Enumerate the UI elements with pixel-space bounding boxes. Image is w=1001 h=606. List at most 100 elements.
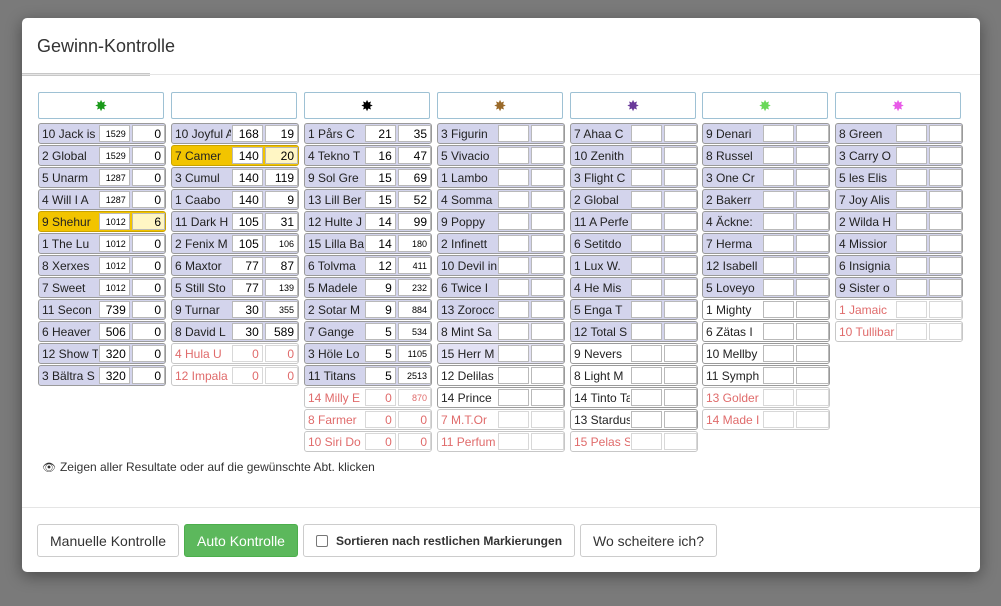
horse-row[interactable]: 11 Secon 739 0 xyxy=(38,299,166,320)
horse-row[interactable]: 12 Total S xyxy=(570,321,698,342)
horse-row[interactable]: 4 Hula U 00 xyxy=(171,343,299,364)
race-column-header[interactable]: ✸ xyxy=(304,92,430,119)
horse-row[interactable]: 1 Caabo 140 9 xyxy=(171,189,299,210)
horse-row[interactable]: 11 A Perfe xyxy=(570,211,698,232)
horse-row[interactable]: 11 Dark H 105 31 xyxy=(171,211,299,232)
horse-row[interactable]: 10 Mellby xyxy=(702,343,830,364)
horse-row[interactable]: 13 Stardus xyxy=(570,409,698,430)
horse-row[interactable]: 5 Enga T xyxy=(570,299,698,320)
horse-row[interactable]: 12 Impala 0 0 xyxy=(171,365,299,386)
horse-row[interactable]: 12 Show T 320 0 xyxy=(38,343,166,364)
horse-row[interactable]: 7 M.T.Or xyxy=(437,409,565,430)
horse-row[interactable]: 6 Setitdo xyxy=(570,233,698,254)
horse-row[interactable]: 4 Somma xyxy=(437,189,565,210)
horse-row[interactable]: 10 Joyful A 168 19 xyxy=(171,123,299,144)
horse-row[interactable]: 12 Hulte J 14 99 xyxy=(304,211,432,232)
horse-row[interactable]: 15 Herr M xyxy=(437,343,565,364)
horse-row[interactable]: 9 Shehur 1012 6 xyxy=(38,211,166,232)
horse-row[interactable]: 5 Vivacio xyxy=(437,145,565,166)
horse-row[interactable]: 6 Twice I xyxy=(437,277,565,298)
horse-row[interactable]: 11 Titans 5 2513 xyxy=(304,365,432,386)
horse-row[interactable]: 1 Lambo xyxy=(437,167,565,188)
horse-row[interactable]: 3 Höle Lo 5 1105 xyxy=(304,343,432,364)
horse-row[interactable]: 4 Tekno T 16 47 xyxy=(304,145,432,166)
horse-row[interactable]: 15 Pelas S xyxy=(570,431,698,452)
sort-remaining-toggle[interactable]: Sortieren nach restlichen Markierungen xyxy=(303,524,575,557)
horse-row[interactable]: 1 The Lu 1012 0 xyxy=(38,233,166,254)
horse-row[interactable]: 14 Tinto Ta xyxy=(570,387,698,408)
horse-row[interactable]: 9 Denari xyxy=(702,123,830,144)
horse-row[interactable]: 1 Lux W. xyxy=(570,255,698,276)
horse-row[interactable]: 14 Milly E 0 870 xyxy=(304,387,432,408)
horse-row[interactable]: 6 Zätas I xyxy=(702,321,830,342)
horse-row[interactable]: 7 Sweet 1012 0 xyxy=(38,277,166,298)
horse-row[interactable]: 3 Bältra S 320 0 xyxy=(38,365,166,386)
horse-row[interactable]: 9 Nevers xyxy=(570,343,698,364)
horse-row[interactable]: 6 Heaver 506 0 xyxy=(38,321,166,342)
horse-row[interactable]: 9 Sol Gre 15 69 xyxy=(304,167,432,188)
horse-row[interactable]: 7 Camer 140 20 xyxy=(171,145,299,166)
horse-row[interactable]: 8 Green xyxy=(835,123,963,144)
horse-row[interactable]: 9 Poppy xyxy=(437,211,565,232)
horse-row[interactable]: 1 Mighty xyxy=(702,299,830,320)
horse-row[interactable]: 10 Zenith xyxy=(570,145,698,166)
horse-row[interactable]: 9 Turnar 30 355 xyxy=(171,299,299,320)
race-column-header[interactable]: ✸ xyxy=(702,92,828,119)
horse-row[interactable]: 8 Farmer 0 0 xyxy=(304,409,432,430)
horse-row[interactable]: 3 Carry O xyxy=(835,145,963,166)
horse-row[interactable]: 7 Gange 5 534 xyxy=(304,321,432,342)
race-column-header[interactable]: ✸ xyxy=(835,92,961,119)
horse-row[interactable]: 2 Global 1529 0 xyxy=(38,145,166,166)
horse-row[interactable]: 10 Siri Do 0 0 xyxy=(304,431,432,452)
horse-row[interactable]: 5 Still Sto 77 139 xyxy=(171,277,299,298)
sort-checkbox[interactable] xyxy=(315,534,328,547)
horse-row[interactable]: 5 les Elis xyxy=(835,167,963,188)
horse-row[interactable]: 2 Fenix M 105 106 xyxy=(171,233,299,254)
horse-row[interactable]: 6 Tolvma 12 411 xyxy=(304,255,432,276)
horse-row[interactable]: 9 Sister o xyxy=(835,277,963,298)
horse-row[interactable]: 3 Figurin xyxy=(437,123,565,144)
horse-row[interactable]: 2 Global xyxy=(570,189,698,210)
horse-row[interactable]: 10 Jack is 1529 0 xyxy=(38,123,166,144)
horse-row[interactable]: 7 Herma xyxy=(702,233,830,254)
horse-row[interactable]: 14 Prince xyxy=(437,387,565,408)
horse-row[interactable]: 2 Bakerr xyxy=(702,189,830,210)
horse-row[interactable]: 6 Insignia xyxy=(835,255,963,276)
horse-row[interactable]: 14 Made I xyxy=(702,409,830,430)
horse-row[interactable]: 4 Will I A 1287 0 xyxy=(38,189,166,210)
horse-row[interactable]: 1 Jamaic xyxy=(835,299,963,320)
horse-row[interactable]: 7 Joy Alis xyxy=(835,189,963,210)
auto-control-button[interactable]: Auto Kontrolle xyxy=(184,524,298,557)
where-do-i-fail-button[interactable]: Wo scheitere ich? xyxy=(580,524,717,557)
horse-row[interactable]: 2 Sotar M 9 884 xyxy=(304,299,432,320)
horse-row[interactable]: 4 He Mis xyxy=(570,277,698,298)
horse-row[interactable]: 12 Delilas xyxy=(437,365,565,386)
horse-row[interactable]: 3 Flight C xyxy=(570,167,698,188)
race-column-header[interactable]: ✸ xyxy=(171,92,297,119)
horse-row[interactable]: 11 Perfum xyxy=(437,431,565,452)
horse-row[interactable]: 4 Missior xyxy=(835,233,963,254)
horse-row[interactable]: 13 Golder xyxy=(702,387,830,408)
horse-row[interactable]: 13 Lill Ber 15 52 xyxy=(304,189,432,210)
horse-row[interactable]: 8 Xerxes 1012 0 xyxy=(38,255,166,276)
horse-row[interactable]: 5 Unarm 1287 0 xyxy=(38,167,166,188)
horse-row[interactable]: 12 Isabell xyxy=(702,255,830,276)
horse-row[interactable]: 10 Devil in xyxy=(437,255,565,276)
manual-control-button[interactable]: Manuelle Kontrolle xyxy=(37,524,179,557)
horse-row[interactable]: 2 Wilda H xyxy=(835,211,963,232)
horse-row[interactable]: 11 Symph xyxy=(702,365,830,386)
horse-row[interactable]: 4 Äckne: xyxy=(702,211,830,232)
race-column-header[interactable]: ✸ xyxy=(570,92,696,119)
horse-row[interactable]: 8 Russel xyxy=(702,145,830,166)
horse-row[interactable]: 7 Ahaa C xyxy=(570,123,698,144)
horse-row[interactable]: 15 Lilla Ba 14 180 xyxy=(304,233,432,254)
race-column-header[interactable]: ✸ xyxy=(437,92,563,119)
horse-row[interactable]: 8 Mint Sa xyxy=(437,321,565,342)
horse-row[interactable]: 5 Madele 9 232 xyxy=(304,277,432,298)
horse-row[interactable]: 3 One Cr xyxy=(702,167,830,188)
horse-row[interactable]: 8 Light M xyxy=(570,365,698,386)
horse-row[interactable]: 1 Pårs C 21 35 xyxy=(304,123,432,144)
race-column-header[interactable]: ✸ xyxy=(38,92,164,119)
horse-row[interactable]: 5 Loveyo xyxy=(702,277,830,298)
horse-row[interactable]: 3 Cumul 140 119 xyxy=(171,167,299,188)
